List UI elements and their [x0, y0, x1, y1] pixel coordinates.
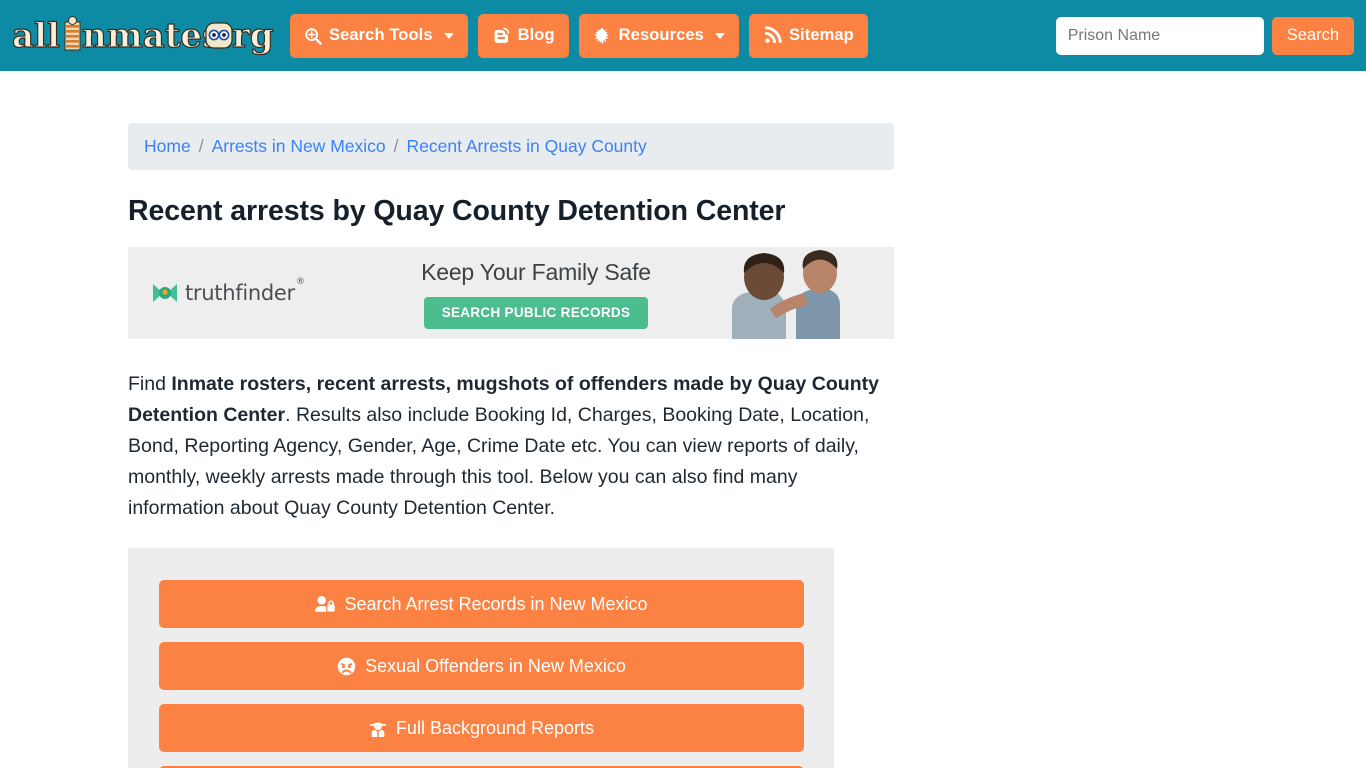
nav-button-label: Sitemap [788, 26, 854, 45]
ad-headline: Keep Your Family Safe [421, 259, 651, 285]
page-body: Home / Arrests in New Mexico / Recent Ar… [0, 71, 1366, 768]
nav-button-search-tools[interactable]: Search Tools [290, 13, 468, 58]
ad-cta-button[interactable]: SEARCH PUBLIC RECORDS [423, 297, 649, 329]
button-label: Sexual Offenders in New Mexico [365, 656, 626, 676]
jail-inmate-logo: all nmates. rg [11, 15, 274, 56]
search-submit-button[interactable]: Search [1271, 16, 1354, 55]
intro-lead: Find [128, 373, 172, 395]
blogger-icon [492, 26, 511, 45]
quick-links-panel: Search Arrest Records in New Mexico Sexu… [128, 548, 834, 768]
angry-face-icon [337, 657, 356, 676]
user-lock-icon [315, 595, 336, 613]
nav-button-resources[interactable]: Resources [578, 13, 739, 58]
nav-items: Search Tools Blog Resources Sitemap [290, 13, 868, 58]
search-plus-icon [304, 27, 322, 45]
inmate-figure-icon [64, 15, 81, 50]
svg-text:rg: rg [232, 16, 274, 56]
mask-o-icon [205, 21, 233, 49]
truthfinder-ad-banner[interactable]: truthfinder® Keep Your Family Safe SEARC… [128, 247, 894, 339]
nav-button-label: Search Tools [329, 26, 433, 45]
truthfinder-wordmark: truthfinder® [185, 277, 305, 305]
search-arrest-records-button[interactable]: Search Arrest Records in New Mexico [159, 580, 804, 628]
truthfinder-logo: truthfinder® [152, 277, 305, 305]
breadcrumb-separator: / [393, 136, 399, 156]
button-label: Full Background Reports [395, 718, 595, 738]
chevron-down-icon [714, 32, 725, 39]
page-title: Recent arrests by Quay County Detention … [128, 195, 786, 227]
full-background-reports-button[interactable]: Full Background Reports [159, 704, 804, 752]
nav-button-label: Blog [517, 26, 555, 45]
nav-button-blog[interactable]: Blog [477, 13, 569, 58]
user-secret-icon [369, 719, 387, 738]
ad-photo [692, 247, 894, 339]
nav-button-sitemap[interactable]: Sitemap [748, 13, 868, 58]
sexual-offenders-button[interactable]: Sexual Offenders in New Mexico [159, 642, 804, 690]
ad-center-block: Keep Your Family Safe SEARCH PUBLIC RECO… [386, 259, 686, 329]
truthfinder-mark-icon [153, 284, 177, 302]
content-container: Home / Arrests in New Mexico / Recent Ar… [128, 123, 894, 768]
breadcrumb-item-county[interactable]: Recent Arrests in Quay County [407, 136, 647, 157]
button-label: Search Arrest Records in New Mexico [344, 594, 648, 614]
breadcrumb-separator: / [198, 136, 204, 156]
top-navigation-bar: all nmates. rg Search Tools Blog Resourc… [0, 0, 1366, 71]
svg-text:all: all [12, 16, 60, 56]
breadcrumb-item-home[interactable]: Home [144, 136, 191, 157]
nav-button-label: Resources [618, 26, 704, 45]
chevron-down-icon [443, 32, 454, 39]
breadcrumb-item-state[interactable]: Arrests in New Mexico [212, 136, 386, 157]
rss-icon [763, 26, 782, 45]
leaf-icon [593, 26, 612, 45]
prison-search-form: Search [1055, 16, 1354, 55]
prison-name-search-input[interactable] [1055, 16, 1264, 55]
breadcrumb: Home / Arrests in New Mexico / Recent Ar… [128, 123, 894, 170]
registered-mark: ® [295, 277, 305, 287]
intro-paragraph: Find Inmate rosters, recent arrests, mug… [128, 369, 896, 524]
site-logo-link[interactable]: all nmates. rg [10, 14, 276, 58]
